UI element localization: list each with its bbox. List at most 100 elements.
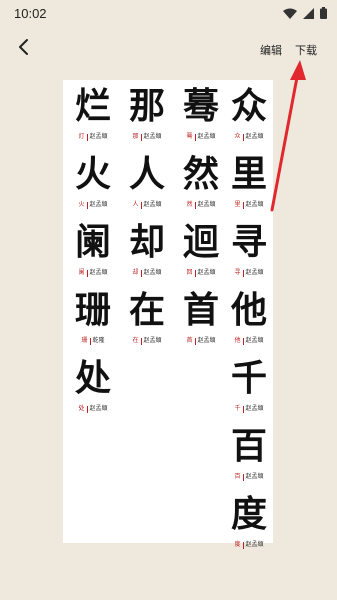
calligraphy-cell: 处处赵孟頫: [67, 354, 119, 422]
caption-character: 回: [186, 269, 193, 276]
caption-author: 赵孟頫: [143, 269, 162, 276]
caption-character: 却: [132, 269, 139, 276]
caption-divider: [140, 133, 142, 141]
glyph-caption: 灯赵孟頫: [67, 131, 119, 143]
chevron-left-icon: [17, 38, 29, 60]
battery-icon: [320, 7, 327, 19]
caption-author: 赵孟頫: [89, 405, 108, 412]
glyph-caption: 百赵孟頫: [223, 471, 275, 483]
calligraphy-glyph: 寻: [230, 221, 267, 263]
caption-character: 阑: [78, 269, 85, 276]
calligraphy-cell: 阑阑赵孟頫: [67, 218, 119, 286]
caption-divider: [242, 269, 244, 277]
glyph-caption: 处赵孟頫: [67, 403, 119, 415]
calligraphy-cell: 他他赵孟頫: [223, 286, 275, 354]
caption-divider: [140, 201, 142, 209]
calligraphy-cell: 火火赵孟頫: [67, 150, 119, 218]
calligraphy-glyph: 蓦: [182, 85, 219, 127]
calligraphy-cell: 那那赵孟頫: [121, 82, 173, 150]
caption-divider: [86, 133, 88, 141]
glyph-caption: 首赵孟頫: [175, 335, 227, 347]
caption-author: 赵孟頫: [245, 133, 264, 140]
calligraphy-sheet: 烂灯赵孟頫火火赵孟頫阑阑赵孟頫珊珊乾隆处处赵孟頫那那赵孟頫人人赵孟頫却却赵孟頫在…: [63, 80, 275, 549]
calligraphy-glyph: 千: [230, 357, 267, 399]
caption-character: 火: [78, 201, 85, 208]
caption-author: 赵孟頫: [245, 337, 264, 344]
caption-divider: [86, 269, 88, 277]
download-button[interactable]: 下载: [295, 42, 317, 58]
calligraphy-cell: 千千赵孟頫: [223, 354, 275, 422]
calligraphy-glyph: 然: [182, 153, 219, 195]
glyph-caption: 阑赵孟頫: [67, 267, 119, 279]
caption-divider: [242, 133, 244, 141]
caption-author: 赵孟頫: [245, 201, 264, 208]
caption-divider: [242, 201, 244, 209]
calligraphy-glyph: 度: [230, 493, 267, 535]
calligraphy-glyph: 阑: [74, 221, 111, 263]
signal-icon: [303, 7, 314, 19]
status-time: 10:02: [14, 5, 47, 21]
calligraphy-glyph: 他: [230, 289, 267, 331]
calligraphy-cell: 迴回赵孟頫: [175, 218, 227, 286]
caption-character: 处: [78, 405, 85, 412]
caption-character: 那: [132, 133, 139, 140]
calligraphy-cell: 里里赵孟頫: [223, 150, 275, 218]
caption-author: 赵孟頫: [197, 269, 216, 276]
calligraphy-glyph: 在: [128, 289, 165, 331]
caption-divider: [140, 269, 142, 277]
caption-divider: [242, 337, 244, 345]
edit-button[interactable]: 编辑: [260, 42, 282, 58]
caption-author: 赵孟頫: [245, 541, 264, 548]
caption-divider: [242, 541, 244, 549]
calligraphy-cell: 在在赵孟頫: [121, 286, 173, 354]
caption-character: 千: [234, 405, 241, 412]
caption-character: 里: [234, 201, 241, 208]
caption-author: 赵孟頫: [89, 133, 108, 140]
calligraphy-glyph: 众: [230, 85, 267, 127]
caption-author: 赵孟頫: [245, 269, 264, 276]
calligraphy-glyph: 迴: [182, 221, 219, 263]
glyph-caption: 众赵孟頫: [223, 131, 275, 143]
caption-character: 蓦: [186, 133, 193, 140]
calligraphy-cell: 珊珊乾隆: [67, 286, 119, 354]
status-icons: [283, 7, 327, 19]
calligraphy-cell: 然然赵孟頫: [175, 150, 227, 218]
calligraphy-cell: 寻寻赵孟頫: [223, 218, 275, 286]
glyph-caption: 里赵孟頫: [223, 199, 275, 211]
glyph-caption: 蓦赵孟頫: [175, 131, 227, 143]
calligraphy-cell: 百百赵孟頫: [223, 422, 275, 490]
caption-divider: [86, 405, 88, 413]
glyph-caption: 那赵孟頫: [121, 131, 173, 143]
calligraphy-cell: 首首赵孟頫: [175, 286, 227, 354]
caption-author: 赵孟頫: [197, 133, 216, 140]
caption-character: 然: [186, 201, 193, 208]
calligraphy-glyph: 火: [74, 153, 111, 195]
top-bar: 编辑 下载: [0, 32, 337, 66]
glyph-caption: 人赵孟頫: [121, 199, 173, 211]
calligraphy-cell: 众众赵孟頫: [223, 82, 275, 150]
caption-character: 在: [132, 337, 139, 344]
calligraphy-glyph: 人: [128, 153, 165, 195]
wifi-icon: [283, 8, 297, 19]
caption-character: 度: [234, 541, 241, 548]
caption-character: 首: [186, 337, 193, 344]
caption-author: 赵孟頫: [197, 337, 216, 344]
calligraphy-cell: 烂灯赵孟頫: [67, 82, 119, 150]
glyph-caption: 回赵孟頫: [175, 267, 227, 279]
calligraphy-cell: 度度赵孟頫: [223, 490, 275, 558]
back-button[interactable]: [10, 34, 36, 64]
glyph-caption: 千赵孟頫: [223, 403, 275, 415]
glyph-caption: 他赵孟頫: [223, 335, 275, 347]
calligraphy-glyph: 烂: [74, 85, 111, 127]
calligraphy-glyph: 那: [128, 85, 165, 127]
glyph-caption: 在赵孟頫: [121, 335, 173, 347]
caption-author: 赵孟頫: [89, 269, 108, 276]
caption-divider: [242, 405, 244, 413]
status-bar: 10:02: [0, 0, 337, 26]
glyph-caption: 度赵孟頫: [223, 539, 275, 551]
calligraphy-cell: 人人赵孟頫: [121, 150, 173, 218]
caption-author: 赵孟頫: [143, 201, 162, 208]
caption-divider: [242, 473, 244, 481]
caption-author: 赵孟頫: [89, 201, 108, 208]
caption-character: 众: [234, 133, 241, 140]
